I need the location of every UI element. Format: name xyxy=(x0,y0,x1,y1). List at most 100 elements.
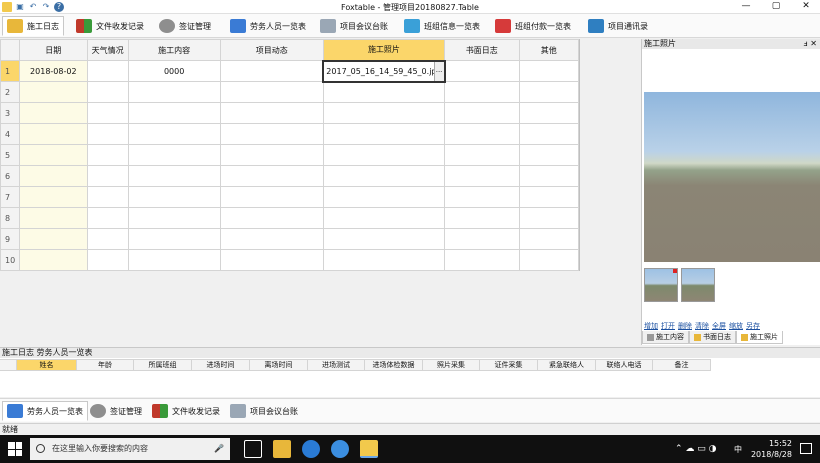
cell[interactable] xyxy=(444,186,520,208)
column-header-entry-test[interactable]: 进场测试 xyxy=(308,359,365,371)
zoom-link[interactable]: 缩放 xyxy=(729,321,743,331)
module-tab-construction-log[interactable]: 施工日志 xyxy=(2,16,64,36)
column-header-photo[interactable]: 施工照片 xyxy=(322,39,446,61)
cell[interactable] xyxy=(444,144,520,166)
delete-photo-link[interactable]: 删除 xyxy=(678,321,692,331)
panel-tab-written-log[interactable]: 书面日志 xyxy=(689,331,736,344)
cell[interactable] xyxy=(518,228,580,250)
cell[interactable] xyxy=(86,165,129,187)
close-button[interactable]: ✕ xyxy=(791,0,820,14)
cell[interactable] xyxy=(86,249,129,271)
cell[interactable] xyxy=(444,249,520,271)
notification-icon[interactable] xyxy=(800,443,812,454)
module-tab-meetings[interactable]: 项目会议台账 xyxy=(226,401,302,421)
cell[interactable] xyxy=(444,165,520,187)
cell[interactable] xyxy=(219,144,324,166)
cell[interactable] xyxy=(127,144,221,166)
module-tab-contacts[interactable]: 项目通讯录 xyxy=(584,16,652,36)
cell[interactable] xyxy=(518,186,580,208)
cell[interactable] xyxy=(127,228,221,250)
row-number[interactable]: 6 xyxy=(0,165,20,187)
browse-button[interactable]: ... xyxy=(433,62,443,80)
cell-date[interactable] xyxy=(18,249,88,271)
cell-weather[interactable] xyxy=(86,60,129,82)
cell[interactable] xyxy=(444,207,520,229)
column-header-content[interactable]: 施工内容 xyxy=(127,39,221,61)
panel-tab-content[interactable]: 施工内容 xyxy=(642,331,689,344)
column-header-dynamic[interactable]: 项目动态 xyxy=(219,39,324,61)
save-as-link[interactable]: 另存 xyxy=(746,321,760,331)
table-row[interactable]: 5 xyxy=(0,144,580,166)
file-explorer-icon[interactable] xyxy=(273,440,291,458)
column-header-name[interactable]: 姓名 xyxy=(17,359,77,371)
cell[interactable] xyxy=(444,228,520,250)
row-number[interactable]: 2 xyxy=(0,81,20,103)
row-number[interactable]: 8 xyxy=(0,207,20,229)
column-header-id-capture[interactable]: 证件采集 xyxy=(480,359,538,371)
cell[interactable] xyxy=(127,102,221,124)
cell[interactable] xyxy=(322,102,446,124)
cell[interactable] xyxy=(219,165,324,187)
fullscreen-link[interactable]: 全屏 xyxy=(712,321,726,331)
cell[interactable] xyxy=(518,249,580,271)
corner-cell[interactable] xyxy=(0,359,17,371)
cell-other[interactable] xyxy=(518,60,580,82)
foxtable-taskbar-icon[interactable] xyxy=(360,440,378,458)
column-header-exit-time[interactable]: 离场时间 xyxy=(250,359,308,371)
table-row[interactable]: 4 xyxy=(0,123,580,145)
clear-photo-link[interactable]: 清除 xyxy=(695,321,709,331)
panel-pin-close-icons[interactable]: ⅎ ✕ xyxy=(804,39,817,49)
cell[interactable] xyxy=(86,144,129,166)
row-number[interactable]: 5 xyxy=(0,144,20,166)
module-tab-team-payments[interactable]: 班组付款一览表 xyxy=(491,16,575,36)
cell[interactable] xyxy=(518,144,580,166)
table-row[interactable]: 9 xyxy=(0,228,580,250)
cell[interactable] xyxy=(219,228,324,250)
cell[interactable] xyxy=(86,186,129,208)
table-row[interactable]: 6 xyxy=(0,165,580,187)
ime-indicator[interactable]: 中 xyxy=(734,444,742,455)
clock[interactable]: 15:52 2018/8/28 xyxy=(751,438,792,460)
cell[interactable] xyxy=(518,81,580,103)
cell-date[interactable] xyxy=(18,123,88,145)
module-tab-labor-list[interactable]: 劳务人员一览表 xyxy=(226,16,310,36)
column-header-written-log[interactable]: 书面日志 xyxy=(444,39,520,61)
column-header-emergency-contact[interactable]: 紧急联络人 xyxy=(538,359,596,371)
cell[interactable] xyxy=(127,186,221,208)
maximize-button[interactable]: ▢ xyxy=(761,0,791,14)
cell[interactable] xyxy=(322,207,446,229)
cell-date[interactable] xyxy=(18,228,88,250)
cell[interactable] xyxy=(86,207,129,229)
cell[interactable] xyxy=(518,165,580,187)
column-header-team[interactable]: 所属班组 xyxy=(134,359,192,371)
cell-date[interactable] xyxy=(18,207,88,229)
cell-written-log[interactable] xyxy=(444,60,520,82)
open-photo-link[interactable]: 打开 xyxy=(661,321,675,331)
cell[interactable] xyxy=(518,123,580,145)
cell[interactable] xyxy=(322,144,446,166)
cell[interactable] xyxy=(219,123,324,145)
microphone-icon[interactable]: 🎤 xyxy=(214,438,224,460)
cell[interactable] xyxy=(322,165,446,187)
cell[interactable] xyxy=(219,102,324,124)
table-row[interactable]: 10 xyxy=(0,249,580,271)
cell[interactable] xyxy=(219,186,324,208)
cell[interactable] xyxy=(219,207,324,229)
row-number[interactable]: 10 xyxy=(0,249,20,271)
cell[interactable] xyxy=(322,186,446,208)
cell[interactable] xyxy=(518,102,580,124)
column-header-entry-time[interactable]: 进场时间 xyxy=(192,359,250,371)
module-tab-file-records[interactable]: 文件收发记录 xyxy=(72,16,148,36)
construction-photo-preview[interactable] xyxy=(644,92,820,262)
cell-date[interactable] xyxy=(18,165,88,187)
cell[interactable] xyxy=(322,123,446,145)
add-photo-link[interactable]: 增加 xyxy=(644,321,658,331)
cell[interactable] xyxy=(86,81,129,103)
cell-date[interactable]: 2018-08-02 xyxy=(18,60,88,82)
module-tab-labor-list[interactable]: 劳务人员一览表 xyxy=(2,401,88,421)
module-tab-meetings[interactable]: 项目会议台账 xyxy=(316,16,392,36)
table-row[interactable]: 8 xyxy=(0,207,580,229)
module-tab-file-records[interactable]: 文件收发记录 xyxy=(148,401,224,421)
table-row[interactable]: 1 2018-08-02 0000 2017_05_16_14_59_45_0.… xyxy=(0,59,580,83)
photo-thumbnail[interactable] xyxy=(644,268,678,302)
